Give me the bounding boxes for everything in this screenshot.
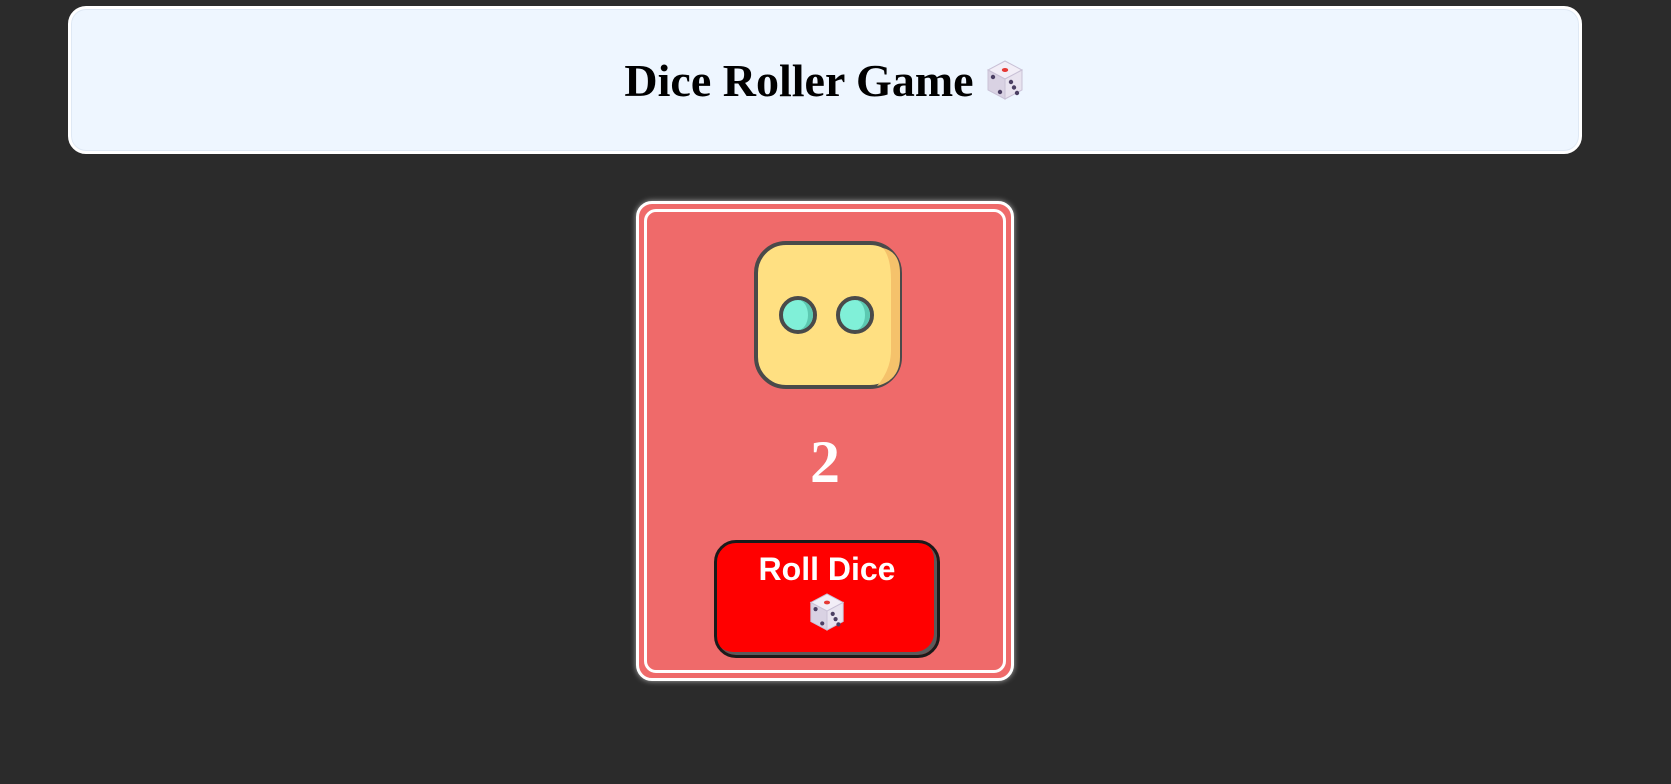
dice-icon [807,592,847,632]
roll-result: 2 [810,429,840,495]
page-title: Dice Roller Game [624,54,1025,107]
roll-dice-button[interactable]: Roll Dice [714,540,940,658]
dice-card: 2 Roll Dice [636,201,1014,681]
page-title-text: Dice Roller Game [624,54,974,106]
dice-face-two-icon [753,240,903,390]
roll-dice-label: Roll Dice [758,551,896,587]
dice-icon [984,59,1026,101]
header-banner: Dice Roller Game [68,6,1582,154]
